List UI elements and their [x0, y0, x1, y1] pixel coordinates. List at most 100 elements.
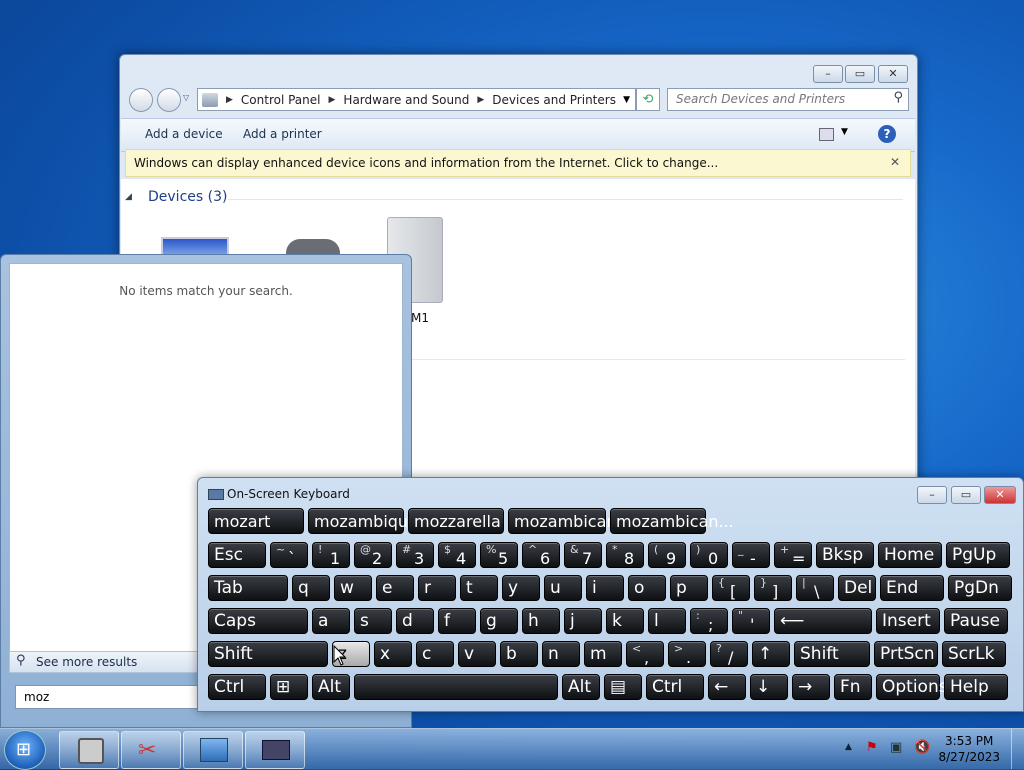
key-home[interactable]: Home [878, 542, 942, 568]
info-bar[interactable]: Windows can display enhanced device icon… [125, 149, 911, 177]
key-prtscn[interactable]: PrtScn [874, 641, 938, 667]
maximize-button[interactable]: ▭ [845, 65, 875, 83]
key-symbol[interactable]: " ' [732, 608, 770, 634]
device-label[interactable]: M1 [411, 311, 429, 325]
show-desktop-button[interactable] [1011, 729, 1024, 769]
key-r[interactable]: r [418, 575, 456, 601]
key-pause[interactable]: Pause [944, 608, 1008, 634]
key-pgdn[interactable]: PgDn [948, 575, 1012, 601]
word-suggestion[interactable]: mozambique [308, 508, 418, 534]
key-2[interactable]: @2 [354, 542, 392, 568]
key-s[interactable]: s [354, 608, 392, 634]
key-n[interactable]: n [542, 641, 580, 667]
word-suggestion[interactable]: mozart [208, 508, 304, 534]
key-a[interactable]: a [312, 608, 350, 634]
key-symbol[interactable]: }] [754, 575, 792, 601]
key-p[interactable]: p [670, 575, 708, 601]
action-center-flag-icon[interactable]: ⚑ [866, 740, 878, 755]
taskbar-osk-button[interactable] [245, 731, 305, 769]
word-suggestion[interactable]: mozambican... [610, 508, 734, 534]
key-5[interactable]: % 5 [480, 542, 518, 568]
breadcrumb-hardware-and-sound[interactable]: Hardware and Sound [343, 93, 469, 107]
key-shift[interactable]: Shift [794, 641, 870, 667]
osk-close-button[interactable]: ✕ [984, 486, 1016, 504]
key-symbol[interactable]: ← [708, 674, 746, 700]
key-8[interactable]: * 8 [606, 542, 644, 568]
key-esc[interactable]: Esc [208, 542, 266, 568]
breadcrumb-devices-and-printers[interactable]: Devices and Printers [492, 93, 616, 107]
key-symbol[interactable]: ↑ [752, 641, 790, 667]
key-options[interactable]: Options [876, 674, 948, 700]
key-m[interactable]: m [584, 641, 622, 667]
start-search-query[interactable]: moz [24, 690, 49, 704]
network-icon[interactable]: ▣ [890, 740, 902, 755]
osk-minimize-button[interactable]: – [917, 486, 947, 504]
key-symbol[interactable]: <, [626, 641, 664, 667]
breadcrumb-control-panel[interactable]: Control Panel [241, 93, 321, 107]
key-y[interactable]: y [502, 575, 540, 601]
key-symbol[interactable]: >. [668, 641, 706, 667]
collapse-arrow-icon[interactable]: ◢ [125, 192, 132, 202]
key-symbol[interactable]: + = [774, 542, 812, 568]
key-symbol[interactable]: ~ ` [270, 542, 308, 568]
key-t[interactable]: t [460, 575, 498, 601]
key-symbol[interactable]: ▤ [604, 674, 642, 700]
refresh-icon[interactable]: ⟲ [636, 88, 660, 111]
volume-muted-icon[interactable]: 🔇 [914, 740, 930, 755]
taskbar-explorer-button[interactable] [59, 731, 119, 769]
key-del[interactable]: Del [838, 575, 876, 601]
key-1[interactable]: ! 1 [312, 542, 350, 568]
key-7[interactable]: & 7 [564, 542, 602, 568]
key-insert[interactable]: Insert [876, 608, 940, 634]
word-suggestion[interactable]: mozzarella [408, 508, 504, 534]
recent-pages-arrow-icon[interactable]: ▽ [183, 93, 189, 102]
osk-maximize-button[interactable]: ▭ [951, 486, 981, 504]
close-button[interactable]: ✕ [878, 65, 908, 83]
key-k[interactable]: k [606, 608, 644, 634]
group-header-devices[interactable]: Devices (3) [148, 189, 227, 205]
key-symbol[interactable]: _ - [732, 542, 770, 568]
key-0[interactable]: ) 0 [690, 542, 728, 568]
key-v[interactable]: v [458, 641, 496, 667]
show-hidden-icons-arrow-icon[interactable]: ▲ [845, 742, 852, 752]
key-e[interactable]: e [376, 575, 414, 601]
key-caps[interactable]: Caps [208, 608, 308, 634]
word-suggestion[interactable]: mozambican [508, 508, 617, 534]
key-g[interactable]: g [480, 608, 518, 634]
key-w[interactable]: w [334, 575, 372, 601]
key-fn[interactable]: Fn [834, 674, 872, 700]
key-6[interactable]: ^ 6 [522, 542, 560, 568]
key-c[interactable]: c [416, 641, 454, 667]
key-scrlk[interactable]: ScrLk [942, 641, 1006, 667]
help-icon[interactable]: ? [878, 125, 896, 143]
key-symbol[interactable]: → [792, 674, 830, 700]
key-alt[interactable]: Alt [562, 674, 600, 700]
start-button[interactable]: ⊞ [4, 730, 46, 770]
key-3[interactable]: #3 [396, 542, 434, 568]
key-symbol[interactable]: ? / [710, 641, 748, 667]
back-button[interactable] [129, 88, 153, 112]
key-alt[interactable]: Alt [312, 674, 350, 700]
key-symbol[interactable]: ↓ [750, 674, 788, 700]
key-ctrl[interactable]: Ctrl [208, 674, 266, 700]
key-h[interactable]: h [522, 608, 560, 634]
add-printer-button[interactable]: Add a printer [243, 127, 322, 141]
info-bar-text[interactable]: Windows can display enhanced device icon… [134, 156, 718, 170]
see-more-results-label[interactable]: See more results [36, 655, 137, 669]
key-d[interactable]: d [396, 608, 434, 634]
minimize-button[interactable]: – [813, 65, 843, 83]
taskbar-snipping-button[interactable]: ✂ [121, 731, 181, 769]
search-field[interactable]: Search Devices and Printers ⚲ [667, 88, 909, 111]
forward-button[interactable] [157, 88, 181, 112]
search-icon[interactable]: ⚲ [893, 90, 903, 105]
key-9[interactable]: (9 [648, 542, 686, 568]
key-l[interactable]: l [648, 608, 686, 634]
clock[interactable]: 3:53 PM 8/27/2023 [938, 733, 1000, 765]
key-symbol[interactable]: ⊞ [270, 674, 308, 700]
close-infobar-icon[interactable]: ✕ [890, 155, 900, 169]
key-symbol[interactable]: :; [690, 608, 728, 634]
key-j[interactable]: j [564, 608, 602, 634]
address-dropdown-icon[interactable]: ▼ [623, 95, 630, 105]
key-pgup[interactable]: PgUp [946, 542, 1010, 568]
key-shift[interactable]: Shift [208, 641, 328, 667]
